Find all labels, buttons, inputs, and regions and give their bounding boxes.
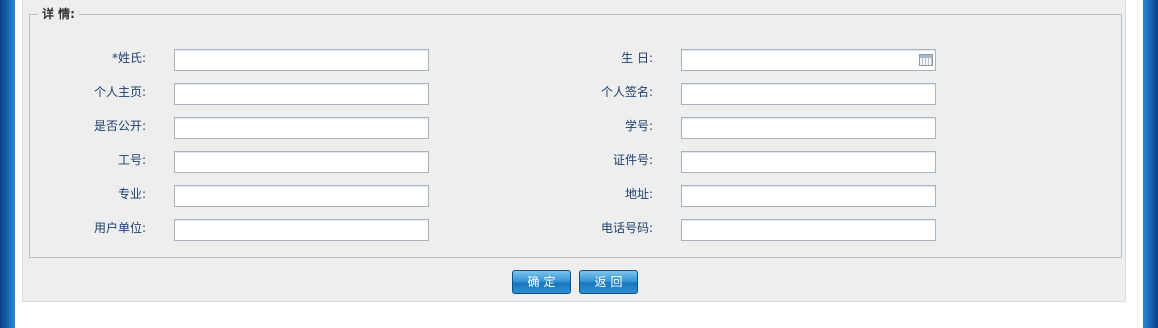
details-panel: 详 情: *姓氏: 个人主页: 是否公开: 工号: 专业: 用户单位: 生 日:… [22, 0, 1126, 302]
signature-input[interactable] [681, 83, 936, 105]
homepage-input[interactable] [174, 83, 429, 105]
address-input[interactable] [681, 185, 936, 207]
employee-id-input[interactable] [174, 151, 429, 173]
label-surname: *姓氏: [111, 51, 146, 65]
id-number-input[interactable] [681, 151, 936, 173]
student-id-input[interactable] [681, 117, 936, 139]
label-major: 专业: [117, 187, 146, 201]
phone-input[interactable] [681, 219, 936, 241]
confirm-button[interactable]: 确定 [512, 270, 571, 294]
label-employee-id: 工号: [117, 153, 146, 167]
label-is-public: 是否公开: [93, 119, 146, 133]
organization-input[interactable] [174, 219, 429, 241]
surname-input[interactable] [174, 49, 429, 71]
label-address: 地址: [624, 187, 653, 201]
right-frame-border [1143, 0, 1158, 328]
birthday-input[interactable] [681, 49, 936, 71]
fieldset-legend: 详 情: [38, 7, 79, 21]
is-public-input[interactable] [174, 117, 429, 139]
label-signature: 个人签名: [600, 85, 653, 99]
label-id-number: 证件号: [612, 153, 653, 167]
label-organization: 用户单位: [93, 221, 146, 235]
back-button[interactable]: 返回 [579, 270, 638, 294]
label-homepage: 个人主页: [93, 85, 146, 99]
label-phone: 电话号码: [600, 221, 653, 235]
label-student-id: 学号: [624, 119, 653, 133]
major-input[interactable] [174, 185, 429, 207]
calendar-icon[interactable] [919, 54, 933, 66]
label-birthday: 生 日: [621, 51, 653, 65]
